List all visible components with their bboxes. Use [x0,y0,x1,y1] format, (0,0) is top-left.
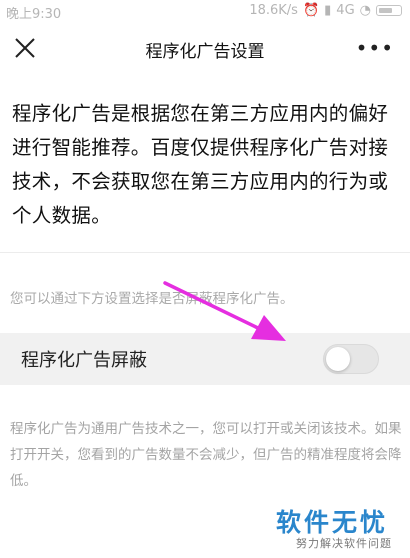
wifi-icon: ◔ [359,3,371,18]
toggle-knob [326,347,350,371]
intro-text: 程序化广告是根据您在第三方应用内的偏好进行智能推荐。百度仅提供程序化广告对接技术… [12,102,389,227]
status-right: 18.6K/s ⏰ ▮ 4G ◔ [249,3,402,18]
watermark-title: 软件无忧 [275,508,388,537]
network-type: 4G [336,3,355,18]
battery-icon [376,5,402,16]
status-time: 晚上9:30 [6,7,62,22]
watermark-subtitle: 努力解决软件问题 [296,537,392,550]
ad-block-setting-row[interactable]: 程序化广告屏蔽 [0,333,410,385]
more-icon[interactable]: ••• [356,38,394,58]
page-title: 程序化广告设置 [145,42,265,62]
hint-text: 您可以通过下方设置选择是否屏蔽程序化广告。 [10,291,294,307]
status-bar: 晚上9:30 18.6K/s ⏰ ▮ 4G ◔ [0,0,410,22]
network-speed: 18.6K/s [249,3,298,18]
ad-block-toggle[interactable] [323,344,379,374]
divider [0,252,410,253]
signal-icon: ▮ [324,3,332,18]
navbar: 程序化广告设置 ••• [0,22,410,76]
alarm-icon: ⏰ [302,3,320,18]
description-text: 程序化广告为通用广告技术之一，您可以打开或关闭该技术。如果打开开关，您看到的广告… [10,421,402,489]
ad-block-label: 程序化广告屏蔽 [21,350,147,371]
